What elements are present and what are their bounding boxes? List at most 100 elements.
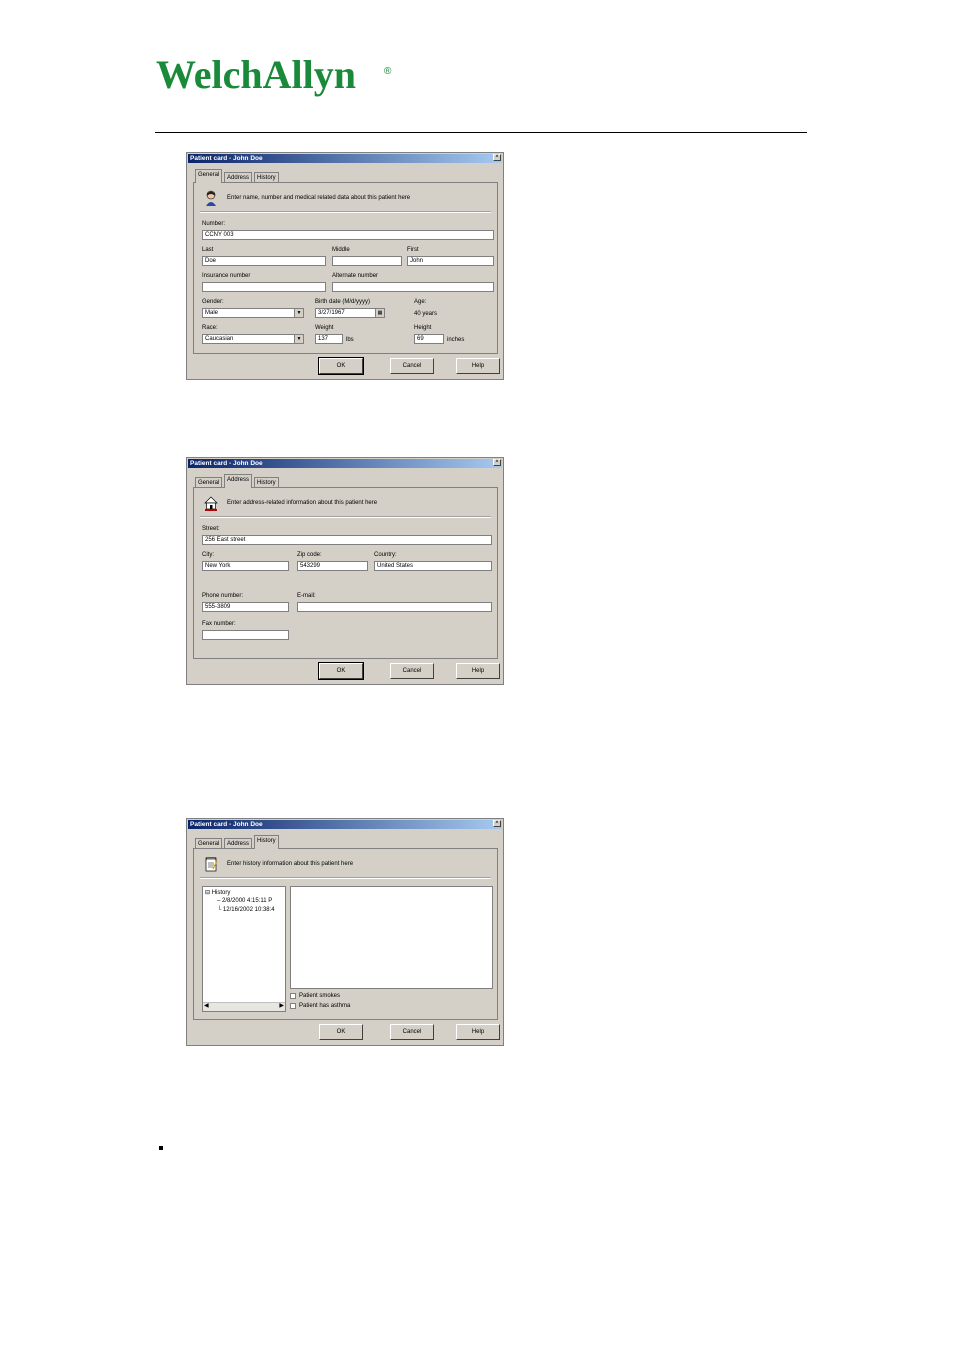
tab-general[interactable]: General bbox=[195, 477, 223, 487]
scroll-right-icon[interactable]: ▶ bbox=[279, 1003, 284, 1010]
race-select[interactable]: Caucasian ▼ bbox=[202, 334, 304, 344]
height-unit: inches bbox=[447, 337, 465, 343]
collapse-icon[interactable]: ⊟ bbox=[205, 890, 210, 896]
weight-field[interactable]: 137 bbox=[315, 334, 343, 344]
scroll-left-icon[interactable]: ◀ bbox=[204, 1003, 209, 1010]
number-field[interactable]: CCNY 003 bbox=[202, 230, 494, 240]
tree-root-label: History bbox=[211, 890, 231, 896]
first-name-label: First bbox=[407, 247, 419, 253]
ok-button[interactable]: OK bbox=[318, 357, 364, 375]
close-icon[interactable]: × bbox=[493, 820, 501, 827]
history-tree[interactable]: ⊟ History – 2/8/2000 4:15:11 P └ 12/16/2… bbox=[202, 886, 286, 1012]
separator bbox=[200, 211, 491, 213]
email-field[interactable] bbox=[297, 602, 492, 612]
tab-address[interactable]: Address bbox=[224, 838, 253, 848]
patient-card-general-dialog: Patient card - John Doe × General Addres… bbox=[186, 152, 504, 380]
middle-name-label: Middle bbox=[332, 247, 350, 253]
patient-card-address-dialog: Patient card - John Doe × General Addres… bbox=[186, 457, 504, 685]
cancel-button[interactable]: Cancel bbox=[390, 358, 434, 374]
phone-number-label: Phone number: bbox=[202, 593, 244, 599]
street-field[interactable]: 256 East street bbox=[202, 535, 492, 545]
tab-panel: Enter name, number and medical related d… bbox=[193, 182, 498, 354]
patient-smokes-checkbox[interactable] bbox=[290, 993, 296, 999]
hint-text: Enter address-related information about … bbox=[227, 500, 378, 506]
number-label: Number: bbox=[202, 221, 226, 227]
dialog-title: Patient card - John Doe bbox=[188, 820, 502, 829]
gender-label: Gender: bbox=[202, 299, 224, 305]
cancel-button[interactable]: Cancel bbox=[390, 1024, 434, 1040]
insurance-number-label: Insurance number bbox=[202, 273, 251, 279]
calendar-icon[interactable]: ▦ bbox=[375, 309, 384, 317]
tree-item-label: 2/8/2000 4:15:11 P bbox=[222, 898, 273, 904]
race-label: Race: bbox=[202, 325, 218, 331]
close-icon[interactable]: × bbox=[493, 154, 501, 161]
street-label: Street: bbox=[202, 526, 220, 532]
patient-smokes-label: Patient smokes bbox=[299, 993, 341, 999]
logo-registered-mark: ® bbox=[384, 66, 392, 77]
age-label: Age: bbox=[414, 299, 427, 305]
dialog-title: Patient card - John Doe bbox=[188, 459, 502, 468]
dialog-title: Patient card - John Doe bbox=[188, 154, 502, 163]
help-button[interactable]: Help bbox=[456, 663, 500, 679]
tree-item[interactable]: – 2/8/2000 4:15:11 P bbox=[217, 898, 272, 904]
weight-unit: lbs bbox=[346, 337, 354, 343]
tree-root[interactable]: ⊟ History bbox=[205, 889, 230, 896]
gender-value: Male bbox=[205, 310, 219, 316]
fax-number-field[interactable] bbox=[202, 630, 289, 640]
alternate-number-label: Alternate number bbox=[332, 273, 379, 279]
horizontal-scrollbar[interactable]: ◀ ▶ bbox=[203, 1002, 285, 1011]
patient-asthma-label: Patient has asthma bbox=[299, 1003, 351, 1009]
email-label: E-mail: bbox=[297, 593, 316, 599]
bullet-point bbox=[159, 1146, 163, 1150]
tree-item[interactable]: └ 12/16/2002 10:38:4 bbox=[217, 907, 275, 913]
zip-code-label: Zip code: bbox=[297, 552, 322, 558]
birth-date-value: 3/27/1967 bbox=[318, 310, 345, 316]
separator bbox=[200, 516, 491, 518]
insurance-number-field[interactable] bbox=[202, 282, 326, 292]
help-button[interactable]: Help bbox=[456, 358, 500, 374]
separator bbox=[200, 877, 491, 879]
race-value: Caucasian bbox=[205, 336, 234, 342]
tab-history[interactable]: History bbox=[254, 835, 279, 849]
history-notes-area[interactable] bbox=[290, 886, 493, 989]
header-rule bbox=[155, 132, 807, 133]
chevron-down-icon[interactable]: ▼ bbox=[294, 309, 303, 317]
cancel-button[interactable]: Cancel bbox=[390, 663, 434, 679]
ok-button[interactable]: OK bbox=[318, 662, 364, 680]
first-name-field[interactable]: John bbox=[407, 256, 494, 266]
birth-date-field[interactable]: 3/27/1967 ▦ bbox=[315, 308, 385, 318]
chevron-down-icon[interactable]: ▼ bbox=[294, 335, 303, 343]
height-field[interactable]: 69 bbox=[414, 334, 444, 344]
last-name-field[interactable]: Doe bbox=[202, 256, 326, 266]
help-button[interactable]: Help bbox=[456, 1024, 500, 1040]
patient-icon bbox=[206, 190, 216, 206]
last-name-label: Last bbox=[202, 247, 214, 253]
city-label: City: bbox=[202, 552, 214, 558]
hint-text: Enter history information about this pat… bbox=[227, 861, 354, 867]
logo-text: WelchAllyn bbox=[156, 52, 356, 97]
alternate-number-field[interactable] bbox=[332, 282, 494, 292]
birth-date-label: Birth date (M/d/yyyy) bbox=[315, 299, 371, 305]
zip-code-field[interactable]: 543299 bbox=[297, 561, 368, 571]
house-icon bbox=[204, 496, 218, 511]
hint-text: Enter name, number and medical related d… bbox=[227, 195, 411, 201]
age-value: 40 years bbox=[414, 311, 438, 317]
country-field[interactable]: United States bbox=[374, 561, 492, 571]
tab-history[interactable]: History bbox=[254, 172, 279, 182]
city-field[interactable]: New York bbox=[202, 561, 289, 571]
ok-button[interactable]: OK bbox=[319, 1024, 363, 1040]
patient-asthma-checkbox[interactable] bbox=[290, 1003, 296, 1009]
tab-panel: Enter history information about this pat… bbox=[193, 848, 498, 1020]
tab-history[interactable]: History bbox=[254, 477, 279, 487]
tab-address[interactable]: Address bbox=[224, 172, 253, 182]
middle-name-field[interactable] bbox=[332, 256, 402, 266]
close-icon[interactable]: × bbox=[493, 459, 501, 466]
fax-number-label: Fax number: bbox=[202, 621, 236, 627]
weight-label: Weight bbox=[315, 325, 334, 331]
tab-general[interactable]: General bbox=[195, 838, 223, 848]
height-label: Height bbox=[414, 325, 432, 331]
phone-number-field[interactable]: 555-3809 bbox=[202, 602, 289, 612]
tab-address[interactable]: Address bbox=[224, 474, 253, 488]
gender-select[interactable]: Male ▼ bbox=[202, 308, 304, 318]
tab-general[interactable]: General bbox=[195, 169, 223, 183]
